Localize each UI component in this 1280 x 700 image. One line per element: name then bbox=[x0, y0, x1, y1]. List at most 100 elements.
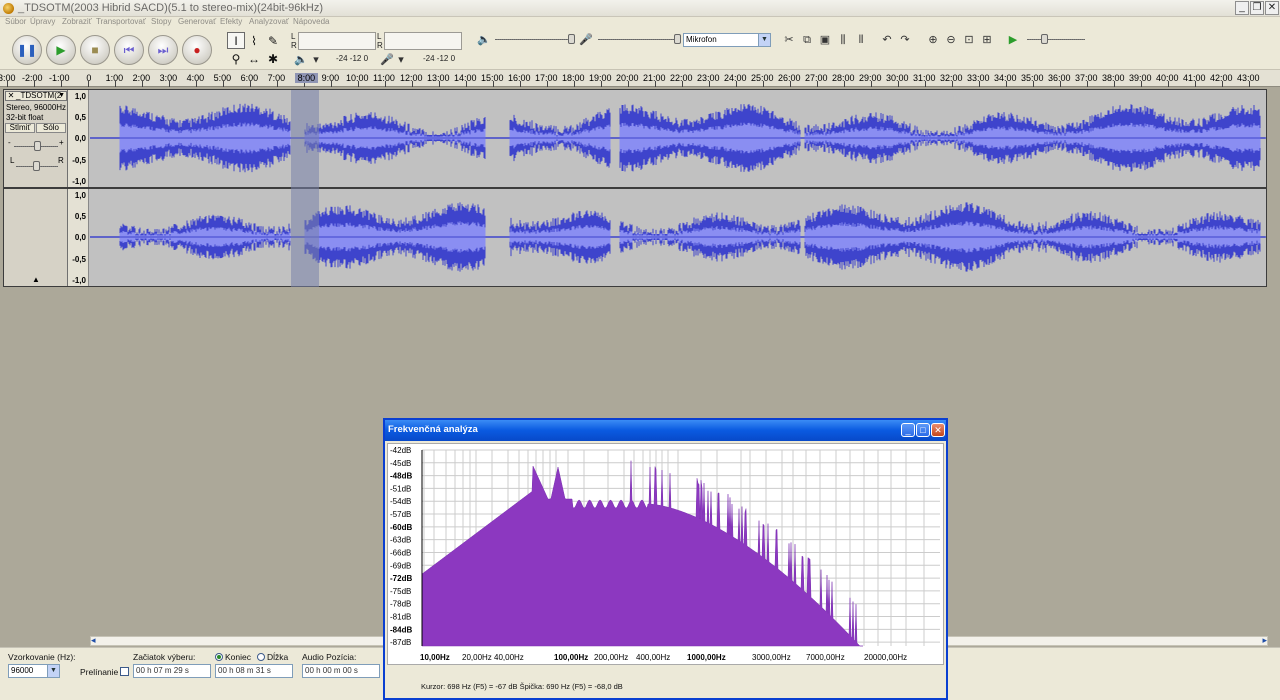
ruler-label: 25:00 bbox=[751, 73, 774, 83]
y-tick-label: -57dB bbox=[390, 510, 411, 519]
overlap-checkbox[interactable] bbox=[120, 667, 129, 676]
y-tick-label: -84dB bbox=[390, 625, 412, 634]
solo-button[interactable]: Sólo bbox=[36, 123, 66, 133]
play-button[interactable]: ▶ bbox=[46, 35, 76, 65]
pause-icon: ❚❚ bbox=[16, 43, 38, 57]
menu-generate[interactable]: Generovať bbox=[178, 17, 216, 26]
skip-end-button[interactable]: ⏭ bbox=[148, 35, 178, 65]
redo-icon[interactable]: ↷ bbox=[897, 32, 913, 48]
minimize-button[interactable]: _ bbox=[1235, 1, 1249, 15]
ruler-label: 35:00 bbox=[1021, 73, 1044, 83]
scroll-right-icon[interactable]: ▸ bbox=[1262, 635, 1267, 646]
gain-plus: + bbox=[59, 138, 64, 147]
spectrum-plot[interactable]: -42dB -45dB -48dB -51dB -54dB -57dB -60dB -63dB… bbox=[387, 443, 944, 665]
dialog-minimize-button[interactable]: _ bbox=[901, 423, 915, 437]
zoom-out-icon[interactable]: ⊖ bbox=[943, 32, 959, 48]
selection-end-input[interactable]: 00 h 08 m 31 s bbox=[215, 664, 293, 678]
selection-tool-icon[interactable]: I bbox=[227, 32, 245, 49]
track-name-menu[interactable]: ✕ _TDSOTM(2 ▼ bbox=[5, 91, 67, 101]
amp-label: -0,5 bbox=[72, 255, 86, 264]
menu-tracks[interactable]: Stopy bbox=[151, 17, 171, 26]
copy-icon[interactable]: ⧉ bbox=[799, 32, 815, 48]
zoom-tool-icon[interactable]: ⚲ bbox=[227, 50, 245, 67]
play-at-speed-icon[interactable]: ▶ bbox=[1005, 32, 1021, 48]
gain-thumb[interactable] bbox=[34, 141, 41, 151]
x-tick-label: 20000,00Hz bbox=[864, 653, 907, 662]
pan-right: R bbox=[58, 156, 64, 165]
trim-icon[interactable]: ⫼ bbox=[835, 32, 851, 48]
input-volume-thumb[interactable] bbox=[674, 34, 681, 44]
ruler-label: 33:00 bbox=[967, 73, 990, 83]
meter-rec-L: L bbox=[377, 32, 382, 41]
cursor-peak-readout: Kurzor: 698 Hz (F5) = -67 dB Špička: 690… bbox=[421, 682, 623, 691]
speed-thumb[interactable] bbox=[1041, 34, 1048, 44]
ruler-label: 41:00 bbox=[1183, 73, 1206, 83]
stop-button[interactable]: ■ bbox=[80, 35, 110, 65]
waveform-area[interactable] bbox=[89, 90, 1266, 187]
menu-effects[interactable]: Efekty bbox=[220, 17, 242, 26]
amp-label: 0,5 bbox=[74, 113, 86, 122]
amp-label: -1,0 bbox=[72, 177, 86, 186]
ruler-label: 16:00 bbox=[508, 73, 531, 83]
track-close-icon[interactable]: ✕ bbox=[7, 92, 15, 100]
menu-help[interactable]: Nápoveda bbox=[293, 17, 329, 26]
ruler-label: 27:00 bbox=[805, 73, 828, 83]
input-volume-track[interactable] bbox=[598, 39, 678, 40]
collapse-icon[interactable]: ▲ bbox=[32, 275, 40, 284]
paste-icon[interactable]: ▣ bbox=[817, 32, 833, 48]
selection-region[interactable] bbox=[291, 90, 319, 287]
fit-project-icon[interactable]: ⊞ bbox=[979, 32, 995, 48]
envelope-tool-icon[interactable]: ⌇ bbox=[245, 32, 263, 49]
x-tick-label: 10,00Hz bbox=[420, 653, 450, 662]
audio-position-input[interactable]: 00 h 00 m 00 s bbox=[302, 664, 380, 678]
amplitude-ruler: 1,0 0,5 0,0 -0,5 -1,0 bbox=[68, 90, 89, 187]
selection-start-input[interactable]: 00 h 07 m 29 s bbox=[133, 664, 211, 678]
ruler-label: 38:00 bbox=[1102, 73, 1125, 83]
waveform-area[interactable] bbox=[89, 189, 1266, 286]
menu-file[interactable]: Súbor bbox=[5, 17, 26, 26]
rec-meter-menu-icon[interactable]: ▾ bbox=[393, 52, 409, 68]
input-source-select[interactable]: Mikrofon ▼ bbox=[683, 33, 771, 47]
output-volume-thumb[interactable] bbox=[568, 34, 575, 44]
speaker-meter-icon[interactable]: 🔈 bbox=[293, 52, 309, 68]
end-radio[interactable] bbox=[215, 653, 223, 661]
fit-selection-icon[interactable]: ⊡ bbox=[961, 32, 977, 48]
record-button[interactable]: ● bbox=[182, 35, 212, 65]
play-meter-scale: -24 -12 0 bbox=[336, 54, 369, 63]
ruler-label: 3:00 bbox=[159, 73, 178, 83]
pan-thumb[interactable] bbox=[33, 161, 40, 171]
mute-button[interactable]: Stlmiť bbox=[5, 123, 35, 133]
track-menu-chevron-icon: ▼ bbox=[58, 92, 65, 99]
output-volume-track[interactable] bbox=[495, 39, 575, 40]
menu-transport[interactable]: Transportovať bbox=[96, 17, 146, 26]
maximize-button[interactable]: ❐ bbox=[1250, 1, 1264, 15]
multi-tool-icon[interactable]: ✱ bbox=[264, 50, 282, 67]
ruler-label: 13:00 bbox=[427, 73, 450, 83]
menu-analyze[interactable]: Analyzovať bbox=[249, 17, 289, 26]
rate-select[interactable]: 96000 ▼ bbox=[8, 664, 60, 678]
skip-start-button[interactable]: ⏮ bbox=[114, 35, 144, 65]
scroll-left-icon[interactable]: ◂ bbox=[91, 635, 96, 646]
cut-icon[interactable]: ✂ bbox=[781, 32, 797, 48]
undo-icon[interactable]: ↶ bbox=[879, 32, 895, 48]
meter-menu-icon[interactable]: ▾ bbox=[308, 52, 324, 68]
zoom-in-icon[interactable]: ⊕ bbox=[925, 32, 941, 48]
ruler-label: 8:00 bbox=[294, 73, 319, 83]
timeline-ruler[interactable]: -3:00 -2:00 -1:00 0 1:00 2:00 3:00 4:00 5:00 6:00… bbox=[0, 70, 1280, 87]
dialog-close-button[interactable]: ✕ bbox=[931, 423, 945, 437]
length-radio[interactable] bbox=[257, 653, 265, 661]
menu-view[interactable]: Zobraziť bbox=[62, 17, 92, 26]
x-tick-label: 1000,00Hz bbox=[687, 653, 726, 662]
dialog-title-bar[interactable]: Frekvenčná analýza _ □ ✕ bbox=[385, 420, 946, 441]
window-title: _TDSOTM(2003 Hibrid SACD)(5.1 to stereo-… bbox=[18, 2, 324, 14]
close-button[interactable]: ✕ bbox=[1265, 1, 1279, 15]
speed-track[interactable] bbox=[1027, 39, 1085, 40]
pause-button[interactable]: ❚❚ bbox=[12, 35, 42, 65]
ruler-label: 34:00 bbox=[994, 73, 1017, 83]
draw-tool-icon[interactable]: ✎ bbox=[264, 32, 282, 49]
dialog-maximize-button[interactable]: □ bbox=[916, 423, 930, 437]
silence-icon[interactable]: ⫴ bbox=[853, 32, 869, 48]
timeshift-tool-icon[interactable]: ↔ bbox=[245, 50, 263, 67]
track-control-panel: ▲ bbox=[4, 189, 68, 286]
menu-edit[interactable]: Úpravy bbox=[30, 17, 55, 26]
